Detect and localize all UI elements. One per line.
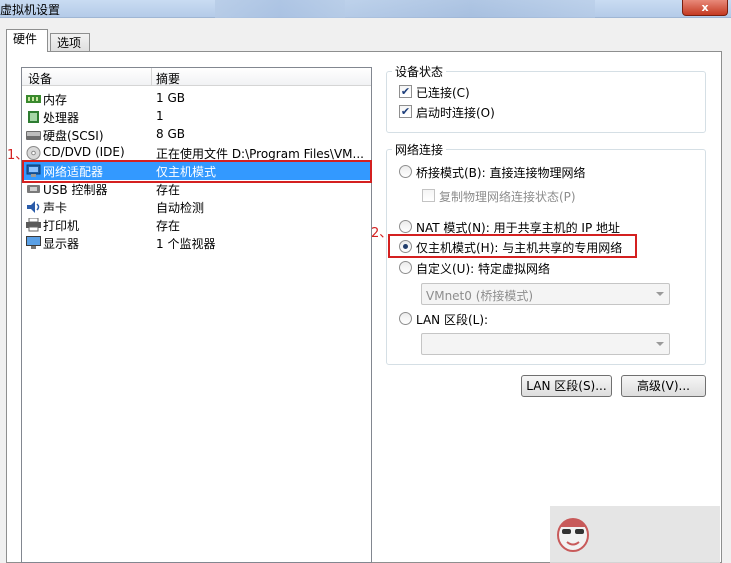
connect-on-start-label[interactable]: 启动时连接(O) <box>416 104 495 121</box>
device-name: CD/DVD (IDE) <box>43 145 125 159</box>
device-row-sound[interactable]: 声卡 自动检测 <box>22 198 371 216</box>
device-row-processor[interactable]: 处理器 1 <box>22 108 371 126</box>
column-summary[interactable]: 摘要 <box>156 70 180 87</box>
usb-icon <box>27 185 40 193</box>
display-icon <box>26 236 41 249</box>
highlight-box-network-adapter <box>22 160 372 183</box>
title-bar-decoration <box>345 0 595 18</box>
connect-on-start-checkbox[interactable]: ✔ <box>399 105 412 118</box>
custom-radio[interactable] <box>399 261 412 274</box>
lan-segment-label[interactable]: LAN 区段(L): <box>416 311 488 328</box>
bridged-label[interactable]: 桥接模式(B): 直接连接物理网络 <box>416 164 585 181</box>
memory-icon <box>26 95 41 103</box>
replicate-state-label[interactable]: 复制物理网络连接状态(P) <box>439 188 576 205</box>
device-name: 内存 <box>43 93 68 107</box>
device-summary: 存在 <box>156 183 181 197</box>
host-only-radio[interactable] <box>399 240 412 253</box>
processor-icon <box>28 111 39 123</box>
connected-checkbox[interactable]: ✔ <box>399 85 412 98</box>
device-summary: 8 GB <box>156 127 185 141</box>
advanced-button[interactable]: 高级(V)... <box>621 375 706 397</box>
device-list[interactable]: 设备 摘要 内存 1 GB 处理器 1 硬盘(SCSI) 8 GB CD/DVD… <box>21 67 372 563</box>
replicate-state-checkbox[interactable] <box>422 189 435 202</box>
lan-segment-radio[interactable] <box>399 312 412 325</box>
device-status-group: 设备状态 <box>386 63 706 133</box>
host-only-label[interactable]: 仅主机模式(H): 与主机共享的专用网络 <box>416 239 622 256</box>
custom-network-select[interactable]: VMnet0 (桥接模式) <box>421 283 670 305</box>
nat-radio[interactable] <box>399 220 412 233</box>
device-summary: 1 <box>156 109 164 123</box>
column-device[interactable]: 设备 <box>28 70 52 87</box>
chevron-down-icon <box>656 292 664 296</box>
harddisk-icon <box>26 131 41 140</box>
custom-network-value: VMnet0 (桥接模式) <box>426 289 534 303</box>
lan-segments-button[interactable]: LAN 区段(S)... <box>521 375 612 397</box>
bridged-radio[interactable] <box>399 165 412 178</box>
device-status-title: 设备状态 <box>392 63 447 80</box>
printer-icon <box>26 218 41 232</box>
device-summary: 自动检测 <box>156 201 205 215</box>
device-summary: 1 个监视器 <box>156 237 216 251</box>
custom-label[interactable]: 自定义(U): 特定虚拟网络 <box>416 260 550 277</box>
network-connection-title: 网络连接 <box>392 141 447 158</box>
title-bar: 虚拟机设置 <box>0 0 731 18</box>
device-list-header: 设备 摘要 <box>22 68 371 86</box>
watermark-logo <box>557 518 589 552</box>
device-name: 显示器 <box>43 237 80 251</box>
window-title: 虚拟机设置 <box>0 3 61 17</box>
device-name: 打印机 <box>43 219 80 233</box>
lan-segment-select[interactable] <box>421 333 670 355</box>
sound-icon <box>27 201 40 213</box>
device-name: 硬盘(SCSI) <box>43 129 104 143</box>
chevron-down-icon <box>656 342 664 346</box>
connected-label[interactable]: 已连接(C) <box>416 84 470 101</box>
device-name: USB 控制器 <box>43 183 108 197</box>
title-bar-decoration <box>215 0 345 18</box>
tab-hardware[interactable]: 硬件 <box>6 29 48 52</box>
device-row-printer[interactable]: 打印机 存在 <box>22 216 371 234</box>
device-row-memory[interactable]: 内存 1 GB <box>22 90 371 108</box>
device-row-display[interactable]: 显示器 1 个监视器 <box>22 234 371 252</box>
device-summary: 存在 <box>156 219 181 233</box>
column-separator[interactable] <box>151 68 152 86</box>
device-name: 声卡 <box>43 201 68 215</box>
close-button[interactable]: x <box>682 0 728 16</box>
device-name: 处理器 <box>43 111 80 125</box>
device-summary: 1 GB <box>156 91 185 105</box>
device-row-harddisk[interactable]: 硬盘(SCSI) 8 GB <box>22 126 371 144</box>
